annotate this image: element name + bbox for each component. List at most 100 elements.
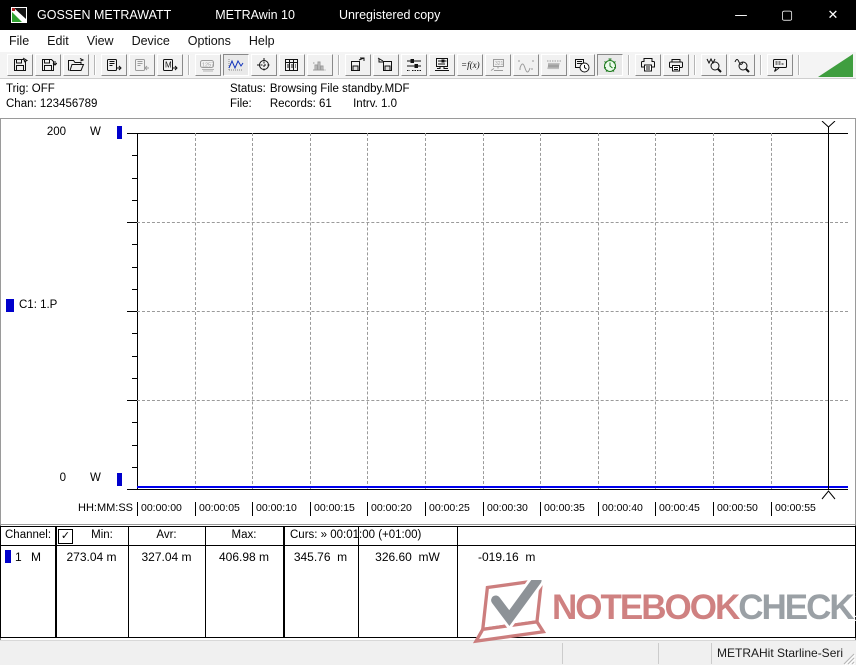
y-axis-tick: [132, 178, 137, 179]
file-records: Records: 61: [269, 98, 332, 110]
green-triangle-indicator: [818, 54, 853, 77]
col-header-avr: Avr:: [156, 529, 177, 541]
toolbar-separator: [628, 55, 630, 75]
title-app: METRAwin 10: [215, 8, 295, 22]
read-device-memory-button[interactable]: [101, 54, 127, 76]
save-file-button[interactable]: [7, 54, 33, 76]
y-axis-tick: [132, 289, 137, 290]
x-axis-format-label: HH:MM:SS: [78, 502, 133, 514]
v-gridline: [195, 133, 196, 489]
menu-bar: File Edit View Device Options Help: [0, 30, 856, 53]
h-gridline: [137, 222, 848, 223]
v-gridline: [655, 133, 656, 489]
x-axis-line: [137, 489, 848, 490]
menu-view[interactable]: View: [78, 31, 123, 51]
yt-chart-view-button[interactable]: [223, 54, 249, 76]
x-axis-label: 00:00:25: [425, 502, 470, 516]
y-axis-tick: [127, 222, 137, 223]
svg-text:1257: 1257: [202, 63, 214, 69]
monitor-settings-button[interactable]: [429, 54, 455, 76]
cursor-bottom-marker[interactable]: [820, 490, 837, 500]
cursor-crosshair-view-button[interactable]: [251, 54, 277, 76]
y-axis-tick: [127, 400, 137, 401]
cell-channel-mode: M: [31, 550, 41, 564]
toolbar-separator: [338, 55, 340, 75]
chart-panel[interactable]: 200 W 0 W C1: 1.P HH:MM:SS 00:00:00 00:00…: [0, 118, 856, 525]
channel-legend-label: C1: 1.P: [19, 299, 58, 311]
status-value: Browsing File standby.MDF: [269, 83, 410, 95]
connected-device-label: METRAHit Starline-Seri: [717, 646, 844, 660]
y-axis-bottom-marker: [117, 473, 122, 486]
ripple-wave-button: [541, 54, 567, 76]
cursor-top-marker[interactable]: [820, 121, 837, 133]
measurement-info-bar: Trig: OFF Chan: 123456789 Status: Browsi…: [0, 79, 856, 118]
menu-file[interactable]: File: [0, 31, 38, 51]
col-header-max: Max:: [231, 529, 257, 541]
zoom-value-axis-button[interactable]: [729, 54, 755, 76]
y-axis-tick: [132, 445, 137, 446]
comment-note-button[interactable]: [767, 54, 793, 76]
channel-visible-checkbox[interactable]: ✓: [58, 529, 73, 544]
y-axis-tick: [132, 267, 137, 268]
close-button[interactable]: ✕: [810, 0, 856, 30]
import-from-device-button[interactable]: [373, 54, 399, 76]
print-button[interactable]: [663, 54, 689, 76]
menu-options[interactable]: Options: [179, 31, 240, 51]
timer-recording-active-button[interactable]: [597, 54, 623, 76]
menu-device[interactable]: Device: [123, 31, 179, 51]
y-axis-tick: [127, 133, 137, 134]
h-gridline: [137, 400, 848, 401]
x-axis-label: 00:00:40: [598, 502, 643, 516]
trigger-status: Trig: OFF: [6, 83, 55, 95]
y-axis-tick: [132, 155, 137, 156]
v-gridline: [540, 133, 541, 489]
toolbar-separator: [188, 55, 190, 75]
device-memory-m-button[interactable]: M: [157, 54, 183, 76]
title-brand: GOSSEN METRAWATT: [37, 8, 172, 22]
channel-row-marker: [5, 550, 11, 563]
resize-grip[interactable]: [841, 651, 855, 665]
zoom-time-axis-button[interactable]: [701, 54, 727, 76]
cursor-line[interactable]: [828, 133, 829, 489]
export-to-device-button[interactable]: [345, 54, 371, 76]
file-interval: Intrv. 1.0: [353, 98, 397, 110]
formula-fx-button[interactable]: =f(x): [457, 54, 483, 76]
print-preview-button[interactable]: [635, 54, 661, 76]
data-table-view-button[interactable]: [279, 54, 305, 76]
channel-table: Channel: ✓ Min: Avr: Max: Curs: » 00:01:…: [0, 526, 856, 638]
x-axis-label: 00:00:50: [713, 502, 758, 516]
analog-wave-button: [513, 54, 539, 76]
title-license: Unregistered copy: [338, 8, 441, 22]
menu-help[interactable]: Help: [240, 31, 284, 51]
x-axis-label: 00:00:15: [310, 502, 355, 516]
save-file-as-button[interactable]: [35, 54, 61, 76]
status-bar: METRAHit Starline-Seri: [0, 640, 856, 665]
app-logo-icon: [11, 7, 27, 23]
menu-edit[interactable]: Edit: [38, 31, 78, 51]
col-header-min: Min:: [91, 529, 113, 541]
y-axis-max-unit: W: [90, 126, 101, 138]
maximize-button[interactable]: ▢: [764, 0, 810, 30]
channel-legend: C1: 1.P: [6, 298, 57, 312]
svg-text:=f(x): =f(x): [461, 60, 480, 70]
numeric-display-button: 1257: [195, 54, 221, 76]
y-axis-tick: [132, 244, 137, 245]
x-axis-label: 00:00:45: [655, 502, 700, 516]
v-gridline: [483, 133, 484, 489]
svg-text:321: 321: [495, 61, 504, 67]
v-gridline: [310, 133, 311, 489]
toolbar-separator: [94, 55, 96, 75]
x-axis-label: 00:00:05: [195, 502, 240, 516]
interval-clock-button[interactable]: [569, 54, 595, 76]
y-axis-tick: [127, 311, 137, 312]
x-axis-label: 00:00:10: [252, 502, 297, 516]
x-axis-label: 00:00:30: [483, 502, 528, 516]
minimize-button[interactable]: —: [718, 0, 764, 30]
open-file-button[interactable]: [63, 54, 89, 76]
histogram-view-button: [307, 54, 333, 76]
channel-settings-button[interactable]: [401, 54, 427, 76]
y-axis-tick: [132, 356, 137, 357]
cell-avr-value: 327.04 m: [141, 550, 192, 564]
toolbar-separator: [798, 55, 800, 75]
cell-cursor-diff-value: -019.16 m: [478, 550, 536, 564]
